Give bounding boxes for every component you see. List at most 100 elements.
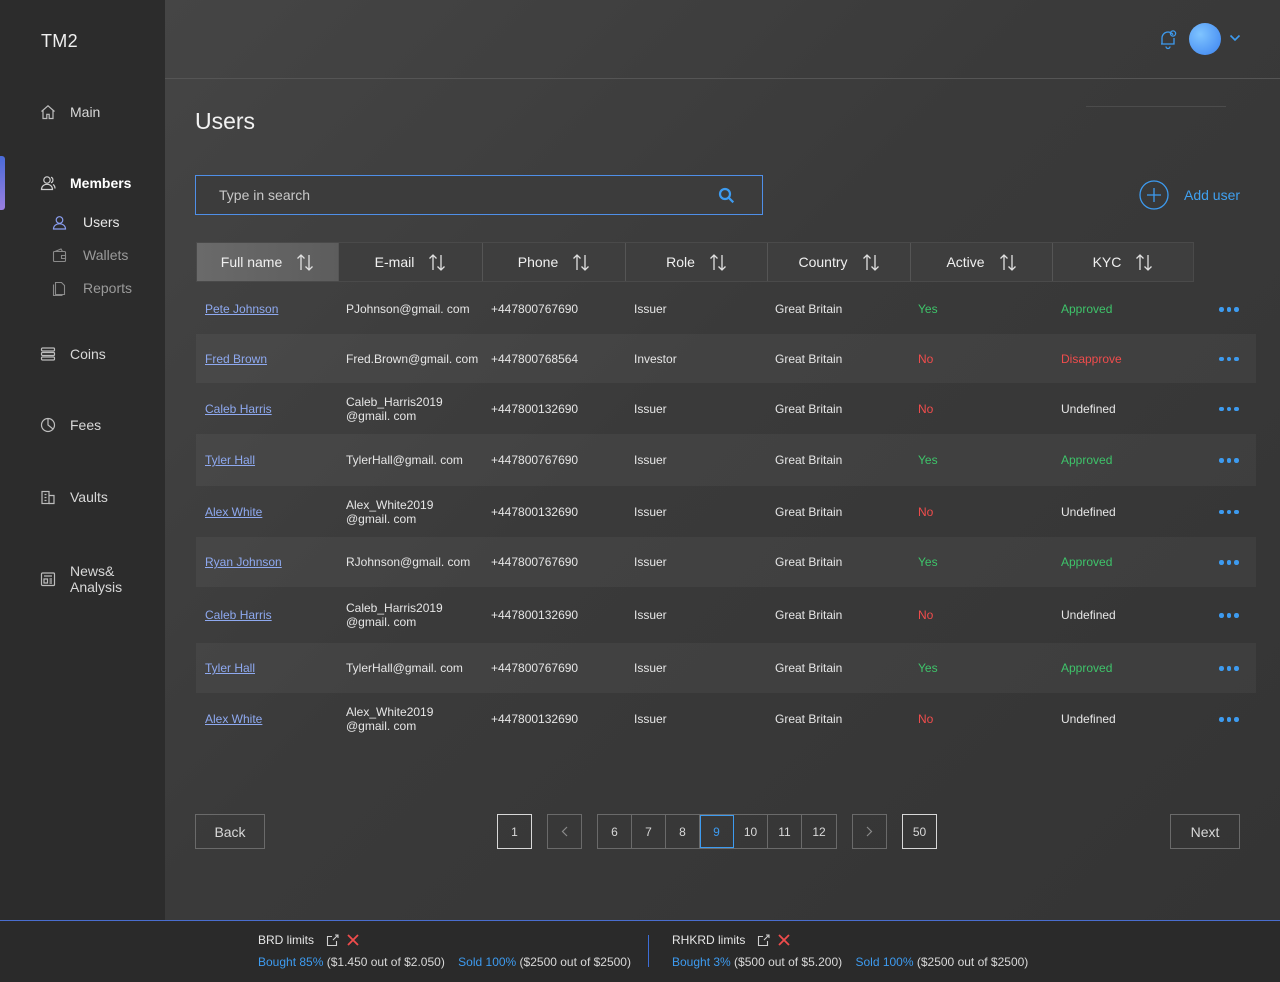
- page-number-button[interactable]: 7: [632, 815, 666, 848]
- back-button[interactable]: Back: [195, 814, 265, 849]
- sort-icon[interactable]: [709, 253, 727, 271]
- phone-cell: +447800132690: [491, 712, 579, 726]
- page-number-button[interactable]: 9: [700, 815, 734, 848]
- next-page-arrow-button[interactable]: [852, 814, 887, 849]
- page-number-button[interactable]: 12: [802, 815, 836, 848]
- limits-footer: BRD limits Bought 85% ($1.450 out of $2.…: [0, 920, 1280, 982]
- add-user-button[interactable]: Add user: [1139, 180, 1240, 210]
- sidebar-item-fees[interactable]: Fees: [40, 417, 101, 433]
- bought-percent: Bought 85%: [258, 955, 324, 969]
- edit-icon[interactable]: [757, 933, 770, 947]
- column-header-email[interactable]: E-mail: [339, 243, 483, 281]
- column-label: Full name: [220, 254, 283, 270]
- user-name-link[interactable]: Tyler Hall: [205, 434, 255, 486]
- country-cell: Great Britain: [775, 401, 843, 416]
- role-cell: Issuer: [634, 504, 667, 519]
- user-name-link[interactable]: Caleb Harris: [205, 587, 272, 643]
- sidebar-subitem-reports[interactable]: Reports: [52, 280, 132, 296]
- sidebar-subitem-wallets[interactable]: Wallets: [52, 247, 128, 263]
- column-header-country[interactable]: Country: [768, 243, 911, 281]
- more-options-icon[interactable]: [1219, 509, 1239, 514]
- sort-icon[interactable]: [572, 253, 590, 271]
- email-text: Caleb_Harris2019: [346, 601, 443, 615]
- role-cell: Issuer: [634, 608, 667, 622]
- search-icon[interactable]: [718, 187, 735, 204]
- search-placeholder: Type in search: [219, 187, 311, 203]
- user-name-link[interactable]: Pete Johnson: [205, 284, 278, 334]
- role-cell: Issuer: [634, 401, 667, 416]
- kyc-status: Approved: [1061, 555, 1113, 569]
- phone-cell: +447800767690: [491, 661, 579, 675]
- sidebar-item-label: News& Analysis: [70, 563, 122, 595]
- page-first-button[interactable]: 1: [497, 814, 532, 849]
- bell-icon[interactable]: [1157, 28, 1179, 50]
- sidebar-item-label: Fees: [70, 417, 102, 433]
- more-options-icon[interactable]: [1219, 307, 1239, 312]
- column-header-role[interactable]: Role: [626, 243, 768, 281]
- user-name-link[interactable]: Fred Brown: [205, 334, 267, 383]
- column-label: Country: [798, 254, 848, 270]
- more-options-icon[interactable]: [1219, 717, 1239, 722]
- kyc-status: Approved: [1061, 453, 1113, 467]
- sidebar-item-label: Coins: [70, 346, 106, 362]
- edit-icon[interactable]: [326, 933, 339, 947]
- column-header-phone[interactable]: Phone: [483, 243, 626, 281]
- role-cell: Issuer: [634, 555, 667, 569]
- chevron-down-icon[interactable]: [1229, 34, 1241, 42]
- avatar[interactable]: [1189, 23, 1221, 55]
- sort-icon[interactable]: [1135, 253, 1153, 271]
- role-cell: Issuer: [634, 453, 667, 467]
- user-name-link[interactable]: Alex White: [205, 693, 262, 745]
- email-text: RJohnson@gmail. com: [346, 555, 471, 569]
- column-label: E-mail: [374, 254, 415, 270]
- sort-icon[interactable]: [862, 253, 880, 271]
- more-options-icon[interactable]: [1219, 406, 1239, 411]
- sidebar-item-coins[interactable]: Coins: [40, 346, 106, 362]
- sidebar-item-members[interactable]: Members: [40, 175, 131, 191]
- user-name-link[interactable]: Ryan Johnson: [205, 537, 282, 587]
- page-number-button[interactable]: 10: [734, 815, 768, 848]
- coins-icon: [40, 347, 56, 361]
- page-number-button[interactable]: 8: [666, 815, 700, 848]
- kyc-status: Disapprove: [1061, 351, 1122, 366]
- sort-icon[interactable]: [296, 253, 314, 271]
- sold-detail: ($2500 out of $2500): [913, 955, 1029, 969]
- page-last-button[interactable]: 50: [902, 814, 937, 849]
- more-options-icon[interactable]: [1219, 666, 1239, 671]
- sold-percent: Sold 100%: [458, 955, 517, 969]
- sidebar-item-news-analysis[interactable]: News& Analysis: [40, 563, 122, 595]
- close-icon[interactable]: [347, 934, 359, 946]
- page-number-button[interactable]: 6: [598, 815, 632, 848]
- search-input[interactable]: Type in search: [195, 175, 763, 215]
- sidebar-item-vaults[interactable]: Vaults: [40, 489, 108, 505]
- more-options-icon[interactable]: [1219, 613, 1239, 618]
- sort-icon[interactable]: [999, 253, 1017, 271]
- active-status: No: [918, 351, 934, 366]
- user-name-link[interactable]: Caleb Harris: [205, 383, 272, 434]
- more-options-icon[interactable]: [1219, 560, 1239, 565]
- page-number-button[interactable]: 11: [768, 815, 802, 848]
- close-icon[interactable]: [778, 934, 790, 946]
- active-status: Yes: [918, 302, 938, 316]
- sidebar-item-main[interactable]: Main: [40, 104, 100, 120]
- column-header-full-name[interactable]: Full name: [197, 243, 339, 281]
- more-options-icon[interactable]: [1219, 458, 1239, 463]
- country-cell: Great Britain: [775, 504, 843, 519]
- column-header-kyc[interactable]: KYC: [1053, 243, 1193, 281]
- table-row: Tyler Hall TylerHall@gmail. com +447800767…: [196, 434, 1256, 486]
- page-title: Users: [195, 108, 256, 134]
- more-options-icon[interactable]: [1219, 356, 1239, 361]
- country-cell: Great Britain: [775, 453, 843, 467]
- sort-icon[interactable]: [428, 253, 446, 271]
- user-name-link[interactable]: Tyler Hall: [205, 643, 255, 693]
- sidebar-subitem-users[interactable]: Users: [52, 214, 120, 230]
- column-header-active[interactable]: Active: [911, 243, 1053, 281]
- kyc-status: Undefined: [1061, 401, 1116, 416]
- bought-detail: ($1.450 out of $2.050): [323, 955, 445, 969]
- active-status: No: [918, 608, 934, 622]
- user-name-link[interactable]: Alex White: [205, 486, 262, 537]
- next-button[interactable]: Next: [1170, 814, 1240, 849]
- sidebar-item-label: Users: [83, 214, 120, 230]
- prev-page-button[interactable]: [547, 814, 582, 849]
- email-text: TylerHall@gmail. com: [346, 453, 463, 467]
